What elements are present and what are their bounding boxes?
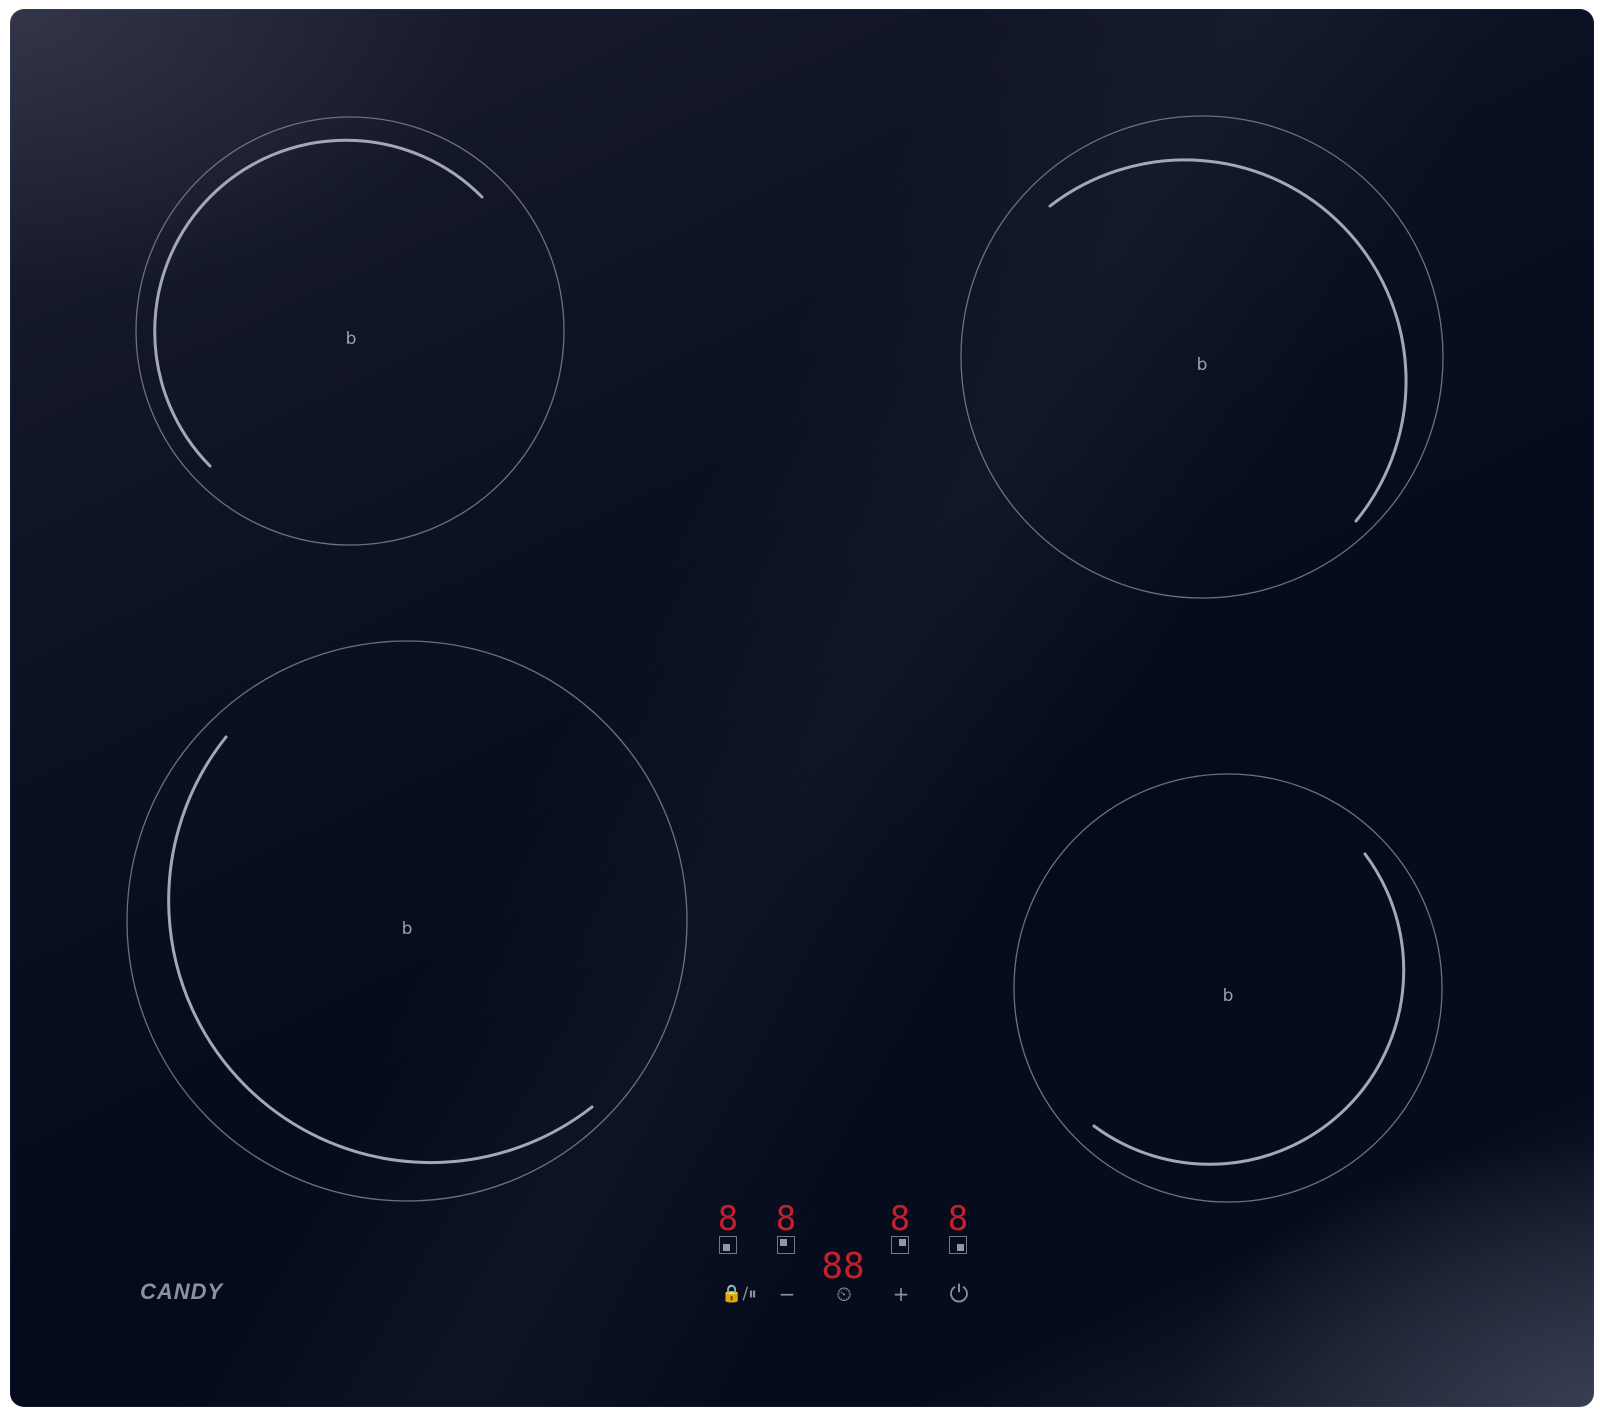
zone-symbol: b (402, 919, 413, 939)
zone-inner-arc (1048, 158, 1408, 523)
zone-select-front-left-button[interactable] (719, 1236, 737, 1254)
zone-inner-arc (167, 735, 594, 1165)
zone-inner-arc (1092, 852, 1406, 1166)
zone-display-2: 8 (776, 1199, 796, 1239)
zone-display-1: 8 (718, 1199, 738, 1239)
zone-position-icon (723, 1244, 730, 1251)
brand-logo: CANDY (140, 1279, 224, 1304)
cooking-zone-front-right[interactable]: b (1013, 773, 1443, 1203)
cooking-zone-rear-left[interactable]: b (135, 116, 565, 546)
zone-select-rear-left-button[interactable] (777, 1236, 795, 1254)
cooking-zone-front-left[interactable]: b (126, 640, 688, 1202)
cooking-zone-rear-right[interactable]: b (960, 115, 1444, 599)
zone-symbol: b (346, 329, 357, 349)
induction-hob-glass: b b b b 8 8 8 8 88 🔒/⏸ − ⏲ + ⏻ CANDY (10, 9, 1594, 1407)
zone-position-icon (899, 1239, 906, 1246)
zone-display-3: 8 (890, 1199, 910, 1239)
plus-button[interactable]: + (881, 1274, 921, 1314)
zone-position-icon (957, 1244, 964, 1251)
zone-symbol: b (1223, 986, 1234, 1006)
zone-symbol: b (1197, 355, 1208, 375)
power-button[interactable]: ⏻ (939, 1274, 979, 1314)
zone-position-icon (780, 1239, 787, 1246)
zone-inner-arc (153, 138, 484, 468)
timer-button[interactable]: ⏲ (824, 1274, 864, 1314)
minus-button[interactable]: − (767, 1274, 807, 1314)
cooking-zones-layer: b b b b 8 8 8 8 88 (126, 115, 1444, 1287)
zone-select-front-right-button[interactable] (949, 1236, 967, 1254)
zone-display-4: 8 (948, 1199, 968, 1239)
lock-pause-button[interactable]: 🔒/⏸ (709, 1274, 769, 1314)
zone-select-rear-right-button[interactable] (891, 1236, 909, 1254)
